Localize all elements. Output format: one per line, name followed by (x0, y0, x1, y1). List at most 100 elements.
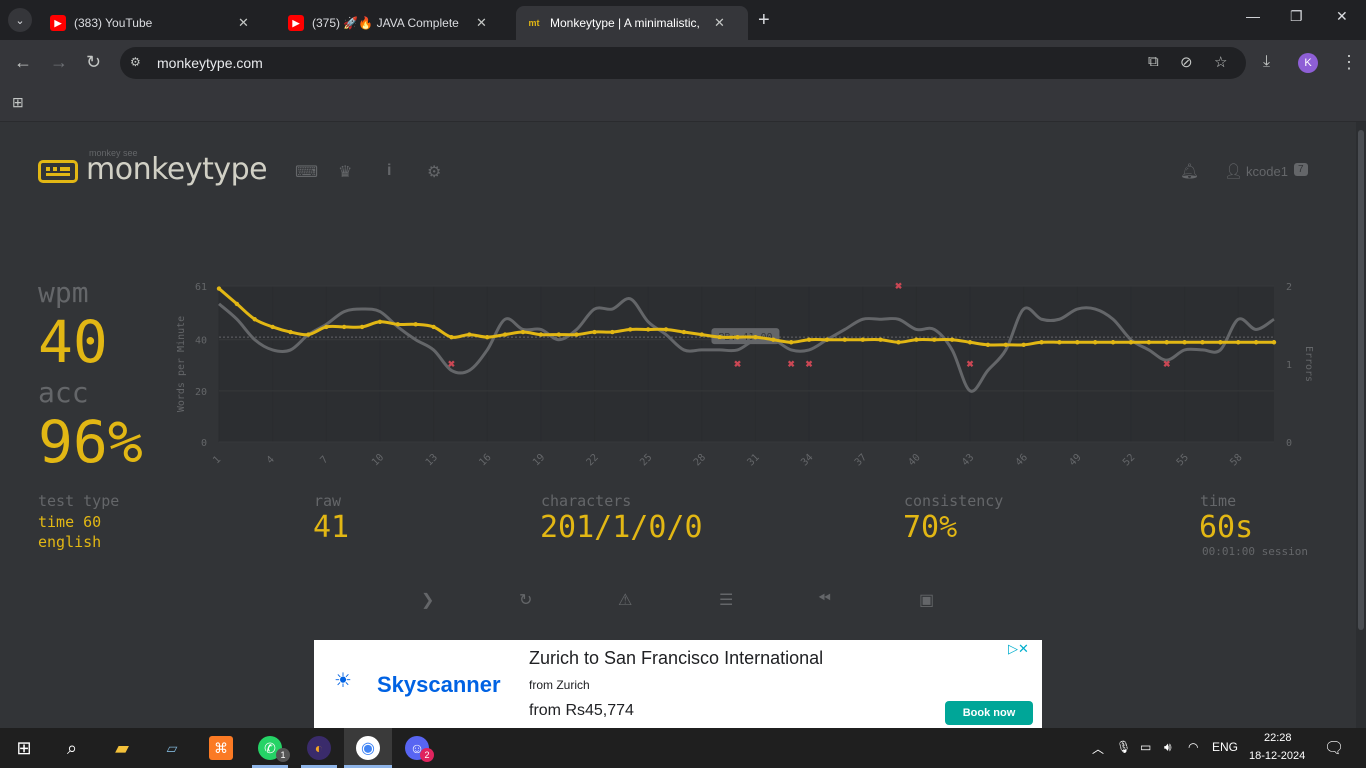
raw-value: 41 (313, 510, 350, 545)
minimize-icon[interactable]: — (1246, 8, 1260, 24)
wpm-point (789, 340, 794, 345)
windows-start-icon[interactable]: ⊞ (12, 736, 36, 760)
window-close-icon[interactable]: ✕ (1336, 8, 1348, 25)
wpm-point (216, 286, 222, 291)
eclipse-icon[interactable]: ◐ (307, 736, 331, 760)
wpm-point (1200, 340, 1205, 345)
ad-banner[interactable]: ☀ Skyscanner Zurich to San Francisco Int… (314, 640, 1042, 728)
wpm-point (574, 332, 579, 337)
y-tick-label: 61 (195, 282, 207, 293)
characters-label: characters (541, 492, 632, 510)
apps-grid-icon[interactable]: ⊞ (12, 94, 24, 111)
gear-icon[interactable]: ⚙ (427, 162, 441, 182)
wpm-point (270, 324, 275, 330)
language-indicator[interactable]: ENG (1212, 740, 1238, 754)
screenshot-icon[interactable]: ▣ (919, 590, 934, 610)
url-text[interactable]: monkeytype.com (157, 55, 263, 71)
microphone-icon[interactable]: 🎙︎ (1116, 740, 1131, 754)
wpm-point (949, 337, 955, 342)
wpm-point (1164, 340, 1169, 345)
wpm-point (1003, 342, 1008, 348)
page-scrollbar[interactable] (1356, 122, 1366, 728)
search-icon[interactable]: ⌕ (60, 736, 84, 760)
install-app-icon[interactable]: ⧉ (1148, 53, 1159, 70)
ad-headline[interactable]: Zurich to San Francisco International (529, 648, 823, 669)
username[interactable]: kcode1 (1246, 164, 1288, 179)
address-bar[interactable]: ⚙ monkeytype.com ⧉ ⊘ ☆ (120, 47, 1246, 79)
ad-price: from Rs45,774 (529, 702, 634, 719)
speaker-icon[interactable]: 🔊︎ (1164, 740, 1172, 755)
x-tick-label: 4 (265, 454, 277, 466)
characters-value: 201/1/0/0 (540, 510, 703, 545)
clock-time[interactable]: 22:28 (1264, 732, 1292, 744)
session-time: 00:01:00 session (1202, 545, 1308, 558)
wpm-point (645, 327, 651, 332)
x-tick-label: 7 (318, 454, 330, 466)
report-icon[interactable]: ⚠ (618, 590, 632, 610)
battery-icon[interactable]: ▭ (1140, 740, 1151, 754)
tab-search-button[interactable]: ⌄ (8, 8, 32, 32)
adchoices-icon[interactable]: ▷✕ (1008, 641, 1029, 657)
crown-icon[interactable]: ♛ (338, 162, 352, 182)
wifi-icon[interactable]: ◠ (1188, 740, 1198, 754)
x-tick-label: 1 (211, 454, 223, 466)
bell-icon[interactable]: 🔔︎ (1180, 162, 1199, 180)
wpm-point (860, 337, 865, 342)
download-icon[interactable]: ⤓ (1263, 52, 1270, 72)
notifications-icon[interactable]: 🗨︎ (1324, 738, 1344, 758)
menu-icon[interactable]: ⋮ (1340, 52, 1358, 72)
wpm-point (252, 317, 257, 322)
restart-icon[interactable]: ↻ (519, 590, 532, 610)
profile-avatar[interactable]: K (1298, 53, 1318, 73)
close-icon[interactable]: ✕ (476, 15, 487, 31)
test-type-mode: time 60 (38, 513, 102, 531)
close-icon[interactable]: ✕ (714, 15, 725, 31)
file-explorer-icon[interactable]: ▰ (110, 736, 134, 760)
wpm-point (1128, 340, 1134, 345)
reload-icon[interactable]: ↻ (86, 52, 101, 72)
logo-text[interactable]: monkeytype (86, 152, 268, 187)
next-test-icon[interactable]: ❯ (421, 590, 434, 610)
wpm-point (377, 319, 383, 325)
new-tab-button[interactable]: + (758, 8, 770, 32)
y-axis-label: Words per Minute (176, 316, 187, 412)
ad-brand: Skyscanner (377, 672, 501, 697)
wpm-value: 40 (38, 308, 108, 376)
y-tick-label: 0 (201, 438, 207, 449)
forward-icon[interactable]: → (50, 52, 68, 72)
wpm-point (1146, 340, 1152, 345)
wpm-point (467, 332, 472, 337)
tab-title: Monkeytype | A minimalistic, cu (550, 16, 700, 30)
wpm-point (1271, 340, 1277, 345)
bookmark-star-icon[interactable]: ☆ (1214, 53, 1227, 71)
close-icon[interactable]: ✕ (238, 15, 249, 31)
keyboard-icon[interactable]: ⌨ (295, 162, 318, 182)
tab-youtube[interactable]: ▶ (383) YouTube ✕ (40, 6, 259, 40)
x-tick-label: 52 (1121, 452, 1137, 468)
tab-java-course[interactable]: ▶ (375) 🚀🔥 JAVA Complete Cou ✕ (278, 6, 497, 40)
wpm-point (681, 329, 687, 335)
clock-date[interactable]: 18-12-2024 (1249, 750, 1305, 762)
book-now-button[interactable]: Book now (945, 701, 1033, 725)
x-tick-label: 28 (692, 452, 708, 468)
chrome-icon[interactable]: ◉ (356, 736, 380, 760)
logo-keyboard-icon[interactable] (38, 160, 78, 183)
info-icon[interactable]: i (387, 162, 391, 180)
user-icon[interactable]: 👤︎ (1224, 162, 1243, 180)
x-tick-label: 10 (370, 452, 386, 468)
notepad-icon[interactable]: ▱ (160, 736, 184, 760)
result-chart: 02040610121 4 7 10 13 16 19 22 25 28 31 34 37 40 43 46 4… (176, 281, 1314, 468)
word-history-icon[interactable]: ☰ (719, 590, 733, 610)
restore-icon[interactable]: ❐ (1290, 8, 1303, 25)
show-hidden-icons[interactable]: ︿ (1092, 740, 1104, 757)
back-icon[interactable]: ← (14, 52, 32, 72)
tab-title: (383) YouTube (74, 16, 153, 30)
x-tick-label: 31 (746, 452, 762, 468)
tab-monkeytype[interactable]: mt Monkeytype | A minimalistic, cu ✕ (516, 6, 748, 40)
eye-slash-icon[interactable]: ⊘ (1180, 53, 1193, 71)
wpm-point (699, 332, 704, 337)
replay-icon[interactable]: ⏪︎ (818, 590, 831, 608)
site-info-icon[interactable]: ⚙ (130, 55, 148, 71)
xampp-icon[interactable]: ⌘ (209, 736, 233, 760)
y-tick-label: 40 (195, 336, 207, 347)
